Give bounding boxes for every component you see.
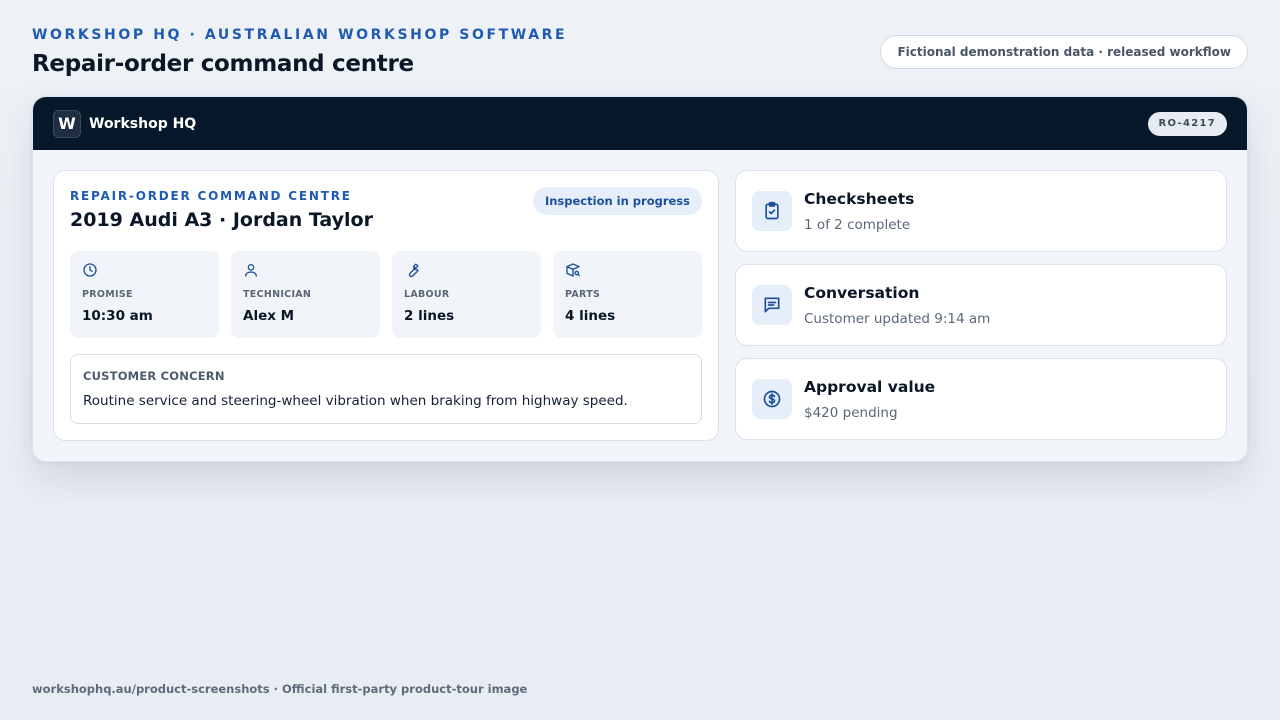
checksheets-card[interactable]: Checksheets 1 of 2 complete	[735, 170, 1227, 252]
conversation-card[interactable]: Conversation Customer updated 9:14 am	[735, 264, 1227, 346]
customer-concern-box: CUSTOMER CONCERN Routine service and ste…	[70, 354, 702, 424]
summary-tiles: PROMISE 10:30 am TECHNICIAN Alex M LABOU…	[70, 251, 702, 338]
wrench-icon	[408, 263, 419, 278]
dollar-icon	[763, 390, 781, 408]
clock-icon	[83, 263, 97, 277]
conversation-icon-box	[752, 285, 792, 325]
vehicle-title: 2019 Audi A3 · Jordan Taylor	[70, 209, 373, 231]
demo-data-badge: Fictional demonstration data · released …	[880, 35, 1248, 69]
checksheets-subtitle: 1 of 2 complete	[804, 217, 911, 233]
tile-value: 4 lines	[565, 308, 616, 324]
conversation-subtitle: Customer updated 9:14 am	[804, 311, 991, 327]
concern-label: CUSTOMER CONCERN	[83, 369, 225, 383]
tile-promise[interactable]: PROMISE 10:30 am	[70, 251, 219, 338]
card-eyebrow: REPAIR-ORDER COMMAND CENTRE	[70, 189, 352, 203]
message-icon	[764, 297, 780, 313]
page: WORKSHOP HQ · AUSTRALIAN WORKSHOP SOFTWA…	[0, 0, 1280, 720]
checksheets-title: Checksheets	[804, 190, 915, 208]
tile-parts[interactable]: PARTS 4 lines	[553, 251, 702, 338]
repair-order-number-badge: RO-4217	[1147, 111, 1227, 136]
app-bar: W Workshop HQ RO-4217	[33, 97, 1247, 150]
tile-value: 2 lines	[404, 308, 455, 324]
tile-label: PROMISE	[82, 289, 133, 300]
user-icon	[245, 264, 257, 277]
tile-value: Alex M	[243, 308, 295, 324]
approval-title: Approval value	[804, 378, 936, 396]
tile-label: PARTS	[565, 289, 601, 300]
approval-icon-box	[752, 379, 792, 419]
package-icon	[566, 263, 580, 277]
app-name: Workshop HQ	[89, 115, 197, 132]
status-badge[interactable]: Inspection in progress	[532, 187, 702, 215]
repair-order-card: REPAIR-ORDER COMMAND CENTRE 2019 Audi A3…	[53, 170, 719, 441]
checksheets-icon-box	[752, 191, 792, 231]
app-logo[interactable]: W	[53, 109, 81, 138]
clipboard-check-icon	[765, 201, 779, 220]
approval-subtitle: $420 pending	[804, 405, 898, 421]
conversation-title: Conversation	[804, 284, 920, 302]
tile-labour[interactable]: LABOUR 2 lines	[392, 251, 541, 338]
tile-label: LABOUR	[404, 289, 450, 300]
tile-label: TECHNICIAN	[243, 289, 312, 300]
approval-value-card[interactable]: Approval value $420 pending	[735, 358, 1227, 440]
concern-text: Routine service and steering-wheel vibra…	[83, 393, 628, 409]
tile-technician[interactable]: TECHNICIAN Alex M	[231, 251, 380, 338]
app-window: W Workshop HQ RO-4217 REPAIR-ORDER COMMA…	[32, 96, 1248, 462]
header-eyebrow: WORKSHOP HQ · AUSTRALIAN WORKSHOP SOFTWA…	[32, 27, 568, 43]
footer-note: workshophq.au/product-screenshots · Offi…	[32, 682, 528, 696]
tile-value: 10:30 am	[82, 308, 153, 324]
page-title: Repair-order command centre	[32, 51, 414, 77]
